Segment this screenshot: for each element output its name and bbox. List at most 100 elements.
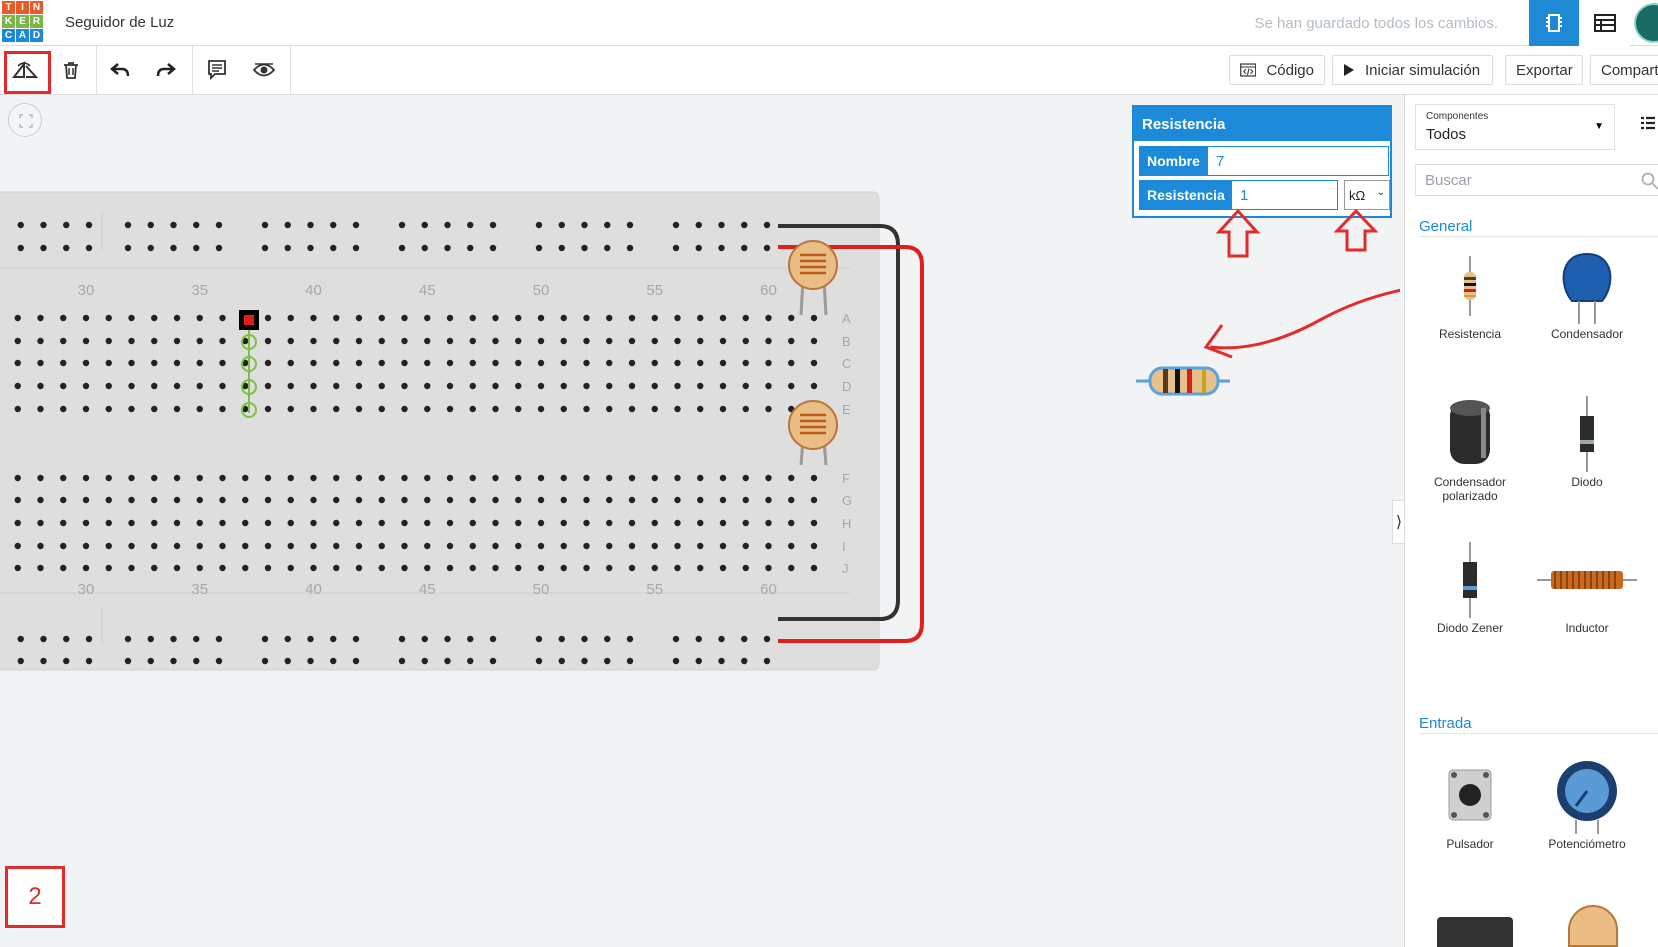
breadboard-hole[interactable] bbox=[355, 496, 363, 504]
breadboard-hole[interactable] bbox=[674, 405, 681, 413]
breadboard-hole[interactable] bbox=[583, 564, 590, 572]
breadboard-hole[interactable] bbox=[742, 474, 749, 482]
breadboard-hole[interactable] bbox=[173, 337, 181, 345]
breadboard-hole[interactable] bbox=[583, 519, 590, 527]
breadboard-hole[interactable] bbox=[128, 359, 135, 367]
breadboard-hole[interactable] bbox=[82, 474, 90, 482]
breadboard-hole[interactable] bbox=[788, 519, 795, 527]
breadboard-hole[interactable] bbox=[492, 496, 499, 504]
breadboard-hole[interactable] bbox=[37, 359, 44, 367]
notes-button[interactable] bbox=[194, 46, 240, 94]
breadboard-hole[interactable] bbox=[583, 496, 590, 504]
breadboard-hole[interactable] bbox=[82, 359, 90, 367]
breadboard-hole[interactable] bbox=[467, 635, 474, 643]
breadboard-hole[interactable] bbox=[515, 382, 522, 390]
breadboard-hole[interactable] bbox=[310, 496, 317, 504]
breadboard-hole[interactable] bbox=[170, 221, 177, 229]
breadboard-hole[interactable] bbox=[151, 337, 158, 345]
breadboard-hole[interactable] bbox=[193, 635, 200, 643]
breadboard-hole[interactable] bbox=[264, 564, 272, 572]
breadboard-hole[interactable] bbox=[446, 564, 454, 572]
breadboard-hole[interactable] bbox=[695, 221, 702, 229]
breadboard-hole[interactable] bbox=[378, 405, 385, 413]
breadboard-hole[interactable] bbox=[173, 359, 181, 367]
breadboard-hole[interactable] bbox=[128, 564, 135, 572]
breadboard-hole[interactable] bbox=[401, 564, 408, 572]
breadboard-hole[interactable] bbox=[287, 314, 294, 322]
breadboard-hole[interactable] bbox=[14, 519, 21, 527]
breadboard-hole[interactable] bbox=[674, 496, 681, 504]
breadboard-hole[interactable] bbox=[60, 382, 67, 390]
breadboard-hole[interactable] bbox=[124, 657, 132, 665]
breadboard-hole[interactable] bbox=[535, 221, 543, 229]
breadboard-hole[interactable] bbox=[560, 474, 567, 482]
breadboard-hole[interactable] bbox=[469, 519, 476, 527]
breadboard-hole[interactable] bbox=[333, 314, 340, 322]
breadboard-hole[interactable] bbox=[469, 496, 476, 504]
breadboard-hole[interactable] bbox=[628, 314, 636, 322]
resistance-unit-select[interactable]: kΩ ⌄ bbox=[1344, 180, 1390, 210]
breadboard-hole[interactable] bbox=[719, 314, 727, 322]
breadboard-hole[interactable] bbox=[674, 314, 681, 322]
breadboard-hole[interactable] bbox=[105, 359, 112, 367]
breadboard-hole[interactable] bbox=[264, 382, 272, 390]
breadboard-hole[interactable] bbox=[560, 405, 567, 413]
breadboard-hole[interactable] bbox=[604, 657, 611, 665]
breadboard-hole[interactable] bbox=[284, 244, 291, 252]
breadboard-hole[interactable] bbox=[85, 635, 93, 643]
breadboard-hole[interactable] bbox=[741, 657, 748, 665]
breadboard-hole[interactable] bbox=[151, 382, 158, 390]
breadboard-hole[interactable] bbox=[151, 496, 158, 504]
breadboard-hole[interactable] bbox=[310, 359, 317, 367]
breadboard-hole[interactable] bbox=[558, 221, 565, 229]
breadboard-hole[interactable] bbox=[492, 314, 499, 322]
breadboard-hole[interactable] bbox=[515, 564, 522, 572]
breadboard-hole[interactable] bbox=[424, 405, 431, 413]
breadboard-hole[interactable] bbox=[173, 519, 181, 527]
breadboard-hole[interactable] bbox=[14, 564, 21, 572]
breadboard-hole[interactable] bbox=[128, 337, 135, 345]
breadboard-hole[interactable] bbox=[560, 314, 567, 322]
breadboard-hole[interactable] bbox=[60, 405, 67, 413]
breadboard-hole[interactable] bbox=[583, 382, 590, 390]
breadboard-hole[interactable] bbox=[560, 519, 567, 527]
breadboard-hole[interactable] bbox=[310, 519, 317, 527]
breadboard-hole[interactable] bbox=[173, 542, 181, 550]
breadboard-hole[interactable] bbox=[307, 244, 314, 252]
breadboard-hole[interactable] bbox=[264, 337, 272, 345]
breadboard-hole[interactable] bbox=[810, 519, 818, 527]
breadboard-hole[interactable] bbox=[355, 405, 363, 413]
breadboard-hole[interactable] bbox=[219, 314, 226, 322]
breadboard-hole[interactable] bbox=[173, 382, 181, 390]
breadboard-hole[interactable] bbox=[628, 564, 636, 572]
breadboard-hole[interactable] bbox=[742, 314, 749, 322]
breadboard-hole[interactable] bbox=[310, 542, 317, 550]
breadboard-hole[interactable] bbox=[284, 221, 291, 229]
breadboard-hole[interactable] bbox=[170, 635, 177, 643]
breadboard-hole[interactable] bbox=[261, 635, 269, 643]
breadboard-hole[interactable] bbox=[628, 337, 636, 345]
breadboard-hole[interactable] bbox=[606, 314, 613, 322]
component-photoresistor-partial[interactable] bbox=[1568, 905, 1618, 947]
breadboard-hole[interactable] bbox=[741, 635, 748, 643]
breadboard-hole[interactable] bbox=[242, 519, 249, 527]
breadboard-hole[interactable] bbox=[196, 496, 203, 504]
breadboard-hole[interactable] bbox=[355, 542, 363, 550]
breadboard-hole[interactable] bbox=[515, 519, 522, 527]
breadboard-hole[interactable] bbox=[355, 314, 363, 322]
breadboard-hole[interactable] bbox=[333, 564, 340, 572]
breadboard-hole[interactable] bbox=[128, 519, 135, 527]
breadboard-hole[interactable] bbox=[193, 221, 200, 229]
breadboard-hole[interactable] bbox=[287, 542, 294, 550]
breadboard-hole[interactable] bbox=[537, 382, 545, 390]
breadboard-hole[interactable] bbox=[515, 359, 522, 367]
breadboard-hole[interactable] bbox=[14, 496, 21, 504]
breadboard-hole[interactable] bbox=[651, 542, 658, 550]
breadboard-hole[interactable] bbox=[515, 496, 522, 504]
breadboard-hole[interactable] bbox=[60, 314, 67, 322]
breadboard-hole[interactable] bbox=[60, 359, 67, 367]
breadboard-hole[interactable] bbox=[401, 405, 408, 413]
breadboard-hole[interactable] bbox=[82, 337, 90, 345]
breadboard-hole[interactable] bbox=[719, 337, 727, 345]
breadboard-hole[interactable] bbox=[284, 635, 291, 643]
